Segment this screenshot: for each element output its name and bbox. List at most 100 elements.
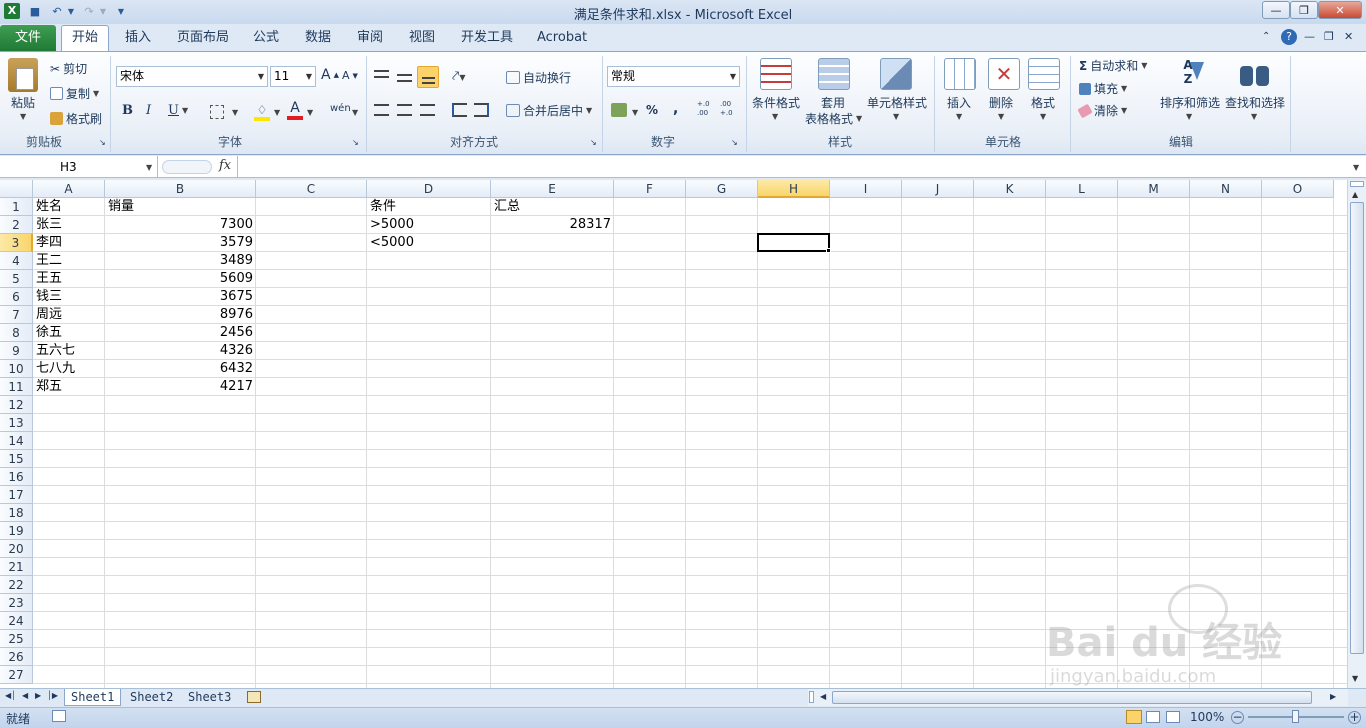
select-all-corner[interactable]: [0, 180, 33, 198]
cell-d2[interactable]: >5000: [370, 216, 488, 234]
cut-button[interactable]: ✂ 剪切: [50, 60, 87, 77]
increase-indent-icon[interactable]: [474, 103, 489, 117]
align-left-icon[interactable]: [374, 104, 389, 116]
format-table-line1[interactable]: 套用: [821, 94, 845, 111]
scroll-up-icon[interactable]: ▲: [1352, 190, 1358, 199]
cell-b11[interactable]: 4217: [108, 378, 253, 396]
row-header[interactable]: 16: [0, 468, 33, 486]
formula-expand-icon[interactable]: ▼: [1353, 163, 1359, 172]
name-box[interactable]: H3: [0, 156, 158, 178]
wrap-text-button[interactable]: 自动换行: [506, 69, 571, 86]
conditional-format-dropdown-icon[interactable]: ▼: [772, 112, 778, 121]
percent-button[interactable]: %: [646, 103, 658, 117]
restore-button[interactable]: ❐: [1290, 1, 1318, 19]
row-header[interactable]: 26: [0, 648, 33, 666]
column-header-f[interactable]: F: [614, 180, 686, 198]
last-sheet-icon[interactable]: │▶: [47, 691, 58, 700]
row-header[interactable]: 15: [0, 450, 33, 468]
cell-a5[interactable]: 王五: [36, 270, 102, 288]
column-header-l[interactable]: L: [1046, 180, 1118, 198]
cell-styles-button[interactable]: 单元格样式: [867, 94, 927, 111]
column-header-g[interactable]: G: [686, 180, 758, 198]
normal-view-icon[interactable]: [1126, 710, 1142, 724]
fill-handle[interactable]: [826, 248, 831, 253]
decrease-decimal-button[interactable]: .00 +.0: [720, 100, 740, 118]
conditional-format-icon[interactable]: [760, 58, 792, 90]
delete-cells-icon[interactable]: ✕: [988, 58, 1020, 90]
find-dropdown-icon[interactable]: ▼: [1251, 112, 1257, 121]
borders-dropdown-icon[interactable]: ▼: [232, 108, 238, 117]
font-size-select[interactable]: 11 ▼: [270, 66, 316, 87]
ribbon-restore-icon[interactable]: ❐: [1324, 30, 1334, 43]
zoom-level[interactable]: 100%: [1190, 710, 1224, 724]
row-header[interactable]: 17: [0, 486, 33, 504]
row-header[interactable]: 27: [0, 666, 33, 684]
tab-review[interactable]: 审阅: [345, 26, 395, 51]
grow-font-button[interactable]: A ▲: [321, 67, 339, 83]
font-name-select[interactable]: 宋体 ▼: [116, 66, 268, 87]
sheet-tab-1[interactable]: Sheet1: [64, 689, 122, 706]
clear-button[interactable]: 清除 ▼: [1077, 102, 1127, 119]
cell-d1[interactable]: 条件: [370, 198, 488, 216]
comma-button[interactable]: ,: [673, 101, 678, 117]
row-header[interactable]: 22: [0, 576, 33, 594]
cell-b8[interactable]: 2456: [108, 324, 253, 342]
currency-dropdown-icon[interactable]: ▼: [632, 108, 638, 117]
cell-b5[interactable]: 5609: [108, 270, 253, 288]
ribbon-close-icon[interactable]: ✕: [1344, 30, 1353, 43]
insert-cells-icon[interactable]: [944, 58, 976, 90]
sheet-tab-3[interactable]: Sheet3: [182, 689, 237, 706]
cell-b4[interactable]: 3489: [108, 252, 253, 270]
h-split-box[interactable]: [809, 691, 814, 703]
delete-dropdown-icon[interactable]: ▼: [998, 112, 1004, 121]
column-header-m[interactable]: M: [1118, 180, 1190, 198]
column-header-c[interactable]: C: [256, 180, 367, 198]
worksheet-grid[interactable]: A B C D E F G H I J K L M N O 1 2 3 4 5 6 7 8 9 10 11 12 13 14 15 16 17…: [0, 180, 1347, 688]
active-cell-selection[interactable]: [757, 233, 830, 252]
row-header[interactable]: 9: [0, 342, 33, 360]
row-header[interactable]: 14: [0, 432, 33, 450]
macro-record-icon[interactable]: [52, 710, 66, 722]
cell-a2[interactable]: 张三: [36, 216, 102, 234]
format-table-icon[interactable]: [818, 58, 850, 90]
column-header-b[interactable]: B: [105, 180, 256, 198]
insert-dropdown-icon[interactable]: ▼: [956, 112, 962, 121]
horizontal-scroll-thumb[interactable]: [832, 691, 1312, 704]
next-sheet-icon[interactable]: ▶: [35, 691, 41, 700]
clipboard-launcher-icon[interactable]: ↘: [99, 138, 106, 147]
row-header[interactable]: 10: [0, 360, 33, 378]
number-launcher-icon[interactable]: ↘: [731, 138, 738, 147]
cell-e2[interactable]: 28317: [494, 216, 611, 234]
ribbon-minimize-icon[interactable]: —: [1304, 30, 1315, 43]
format-painter-button[interactable]: 格式刷: [50, 110, 102, 127]
font-color-dropdown-icon[interactable]: ▼: [307, 108, 313, 117]
row-header[interactable]: 6: [0, 288, 33, 306]
cell-a11[interactable]: 郑五: [36, 378, 102, 396]
cell-a9[interactable]: 五六七: [36, 342, 102, 360]
column-header-j[interactable]: J: [902, 180, 974, 198]
cell-b1[interactable]: 销量: [108, 198, 253, 216]
ribbon-collapse-icon[interactable]: ⌃: [1262, 31, 1270, 42]
zoom-in-icon[interactable]: +: [1348, 711, 1361, 724]
format-table-button[interactable]: 表格格式 ▼: [805, 110, 862, 127]
format-cells-button[interactable]: 格式: [1031, 94, 1055, 111]
formula-bar-grip[interactable]: [162, 160, 212, 174]
insert-cells-button[interactable]: 插入: [947, 94, 971, 111]
row-header[interactable]: 20: [0, 540, 33, 558]
cell-d3[interactable]: <5000: [370, 234, 488, 252]
align-right-icon[interactable]: [420, 104, 435, 116]
column-header-a[interactable]: A: [33, 180, 105, 198]
row-header[interactable]: 12: [0, 396, 33, 414]
copy-button[interactable]: 复制 ▼: [50, 85, 99, 102]
italic-button[interactable]: I: [146, 103, 151, 118]
column-header-i[interactable]: I: [830, 180, 902, 198]
cell-b2[interactable]: 7300: [108, 216, 253, 234]
insert-function-icon[interactable]: fx: [219, 158, 231, 173]
name-box-dropdown-icon[interactable]: ▼: [146, 163, 152, 172]
tab-formulas[interactable]: 公式: [241, 26, 291, 51]
fill-color-icon[interactable]: ♢: [254, 103, 270, 121]
align-top-icon[interactable]: [374, 70, 389, 78]
cell-b6[interactable]: 3675: [108, 288, 253, 306]
font-launcher-icon[interactable]: ↘: [352, 138, 359, 147]
autosum-button[interactable]: Σ 自动求和 ▼: [1079, 57, 1147, 74]
